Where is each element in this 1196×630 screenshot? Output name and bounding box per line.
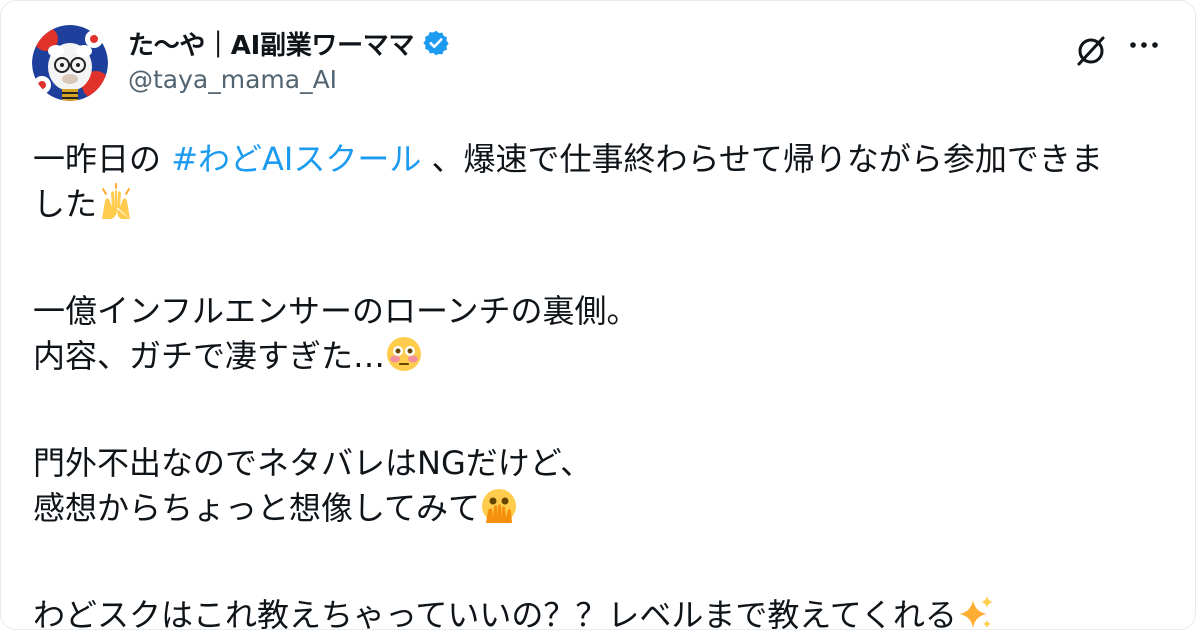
display-name[interactable]: た〜や｜AI副業ワーママ [128,25,415,62]
tweet-line-7: わどスクはこれ教えちゃっていいの？？レベルまで教えてくれる [33,593,1169,630]
tweet-card[interactable]: た〜や｜AI副業ワーママ @taya_mama_AI 一昨日の #わどAIスクー… [0,0,1196,630]
tweet-text-segment: わどスクはこれ教えちゃっていいの？？レベルまで教えてくれる [33,596,957,630]
peeking-face-emoji-icon [480,487,518,525]
tweet-text-segment: 感想からちょっと想像してみて [33,489,481,527]
hashtag-link[interactable]: #わどAIスクール [171,140,421,178]
tweet-text: 一昨日の #わどAIスクール 、爆速で仕事終わらせて帰りながら参加できま した … [33,137,1169,630]
tweet-text-segment: 、爆速で仕事終わらせて帰りながら参加できま [421,140,1103,178]
tweet-line-3: 一億インフルエンサーのローンチの裏側。 [33,292,639,330]
verified-badge-icon [422,29,450,57]
author-handle[interactable]: @taya_mama_AI [128,65,337,94]
sparkles-emoji-icon [957,594,995,629]
author-name-row[interactable]: た〜や｜AI副業ワーママ [128,23,450,63]
tweet-line-4: 内容、ガチで凄すぎた… [33,334,1169,379]
x-logo-icon[interactable] [1071,31,1111,71]
flushed-face-emoji-icon [385,335,423,373]
tweet-text-segment: 内容、ガチで凄すぎた… [33,337,386,375]
tweet-line-6: 感想からちょっと想像してみて [33,486,1169,531]
tweet-text-segment: 一昨日の [33,140,172,178]
tweet-text-segment: した [33,185,98,223]
tweet-line-1: 一昨日の #わどAIスクール 、爆速で仕事終わらせて帰りながら参加できま [33,137,1169,182]
tweet-line-2: した [33,182,1169,227]
avatar[interactable] [32,25,108,101]
raising-hands-emoji-icon [97,183,135,221]
more-options-icon[interactable] [1127,35,1161,55]
tweet-line-5: 門外不出なのでネタバレはNGだけど、 [33,444,593,482]
